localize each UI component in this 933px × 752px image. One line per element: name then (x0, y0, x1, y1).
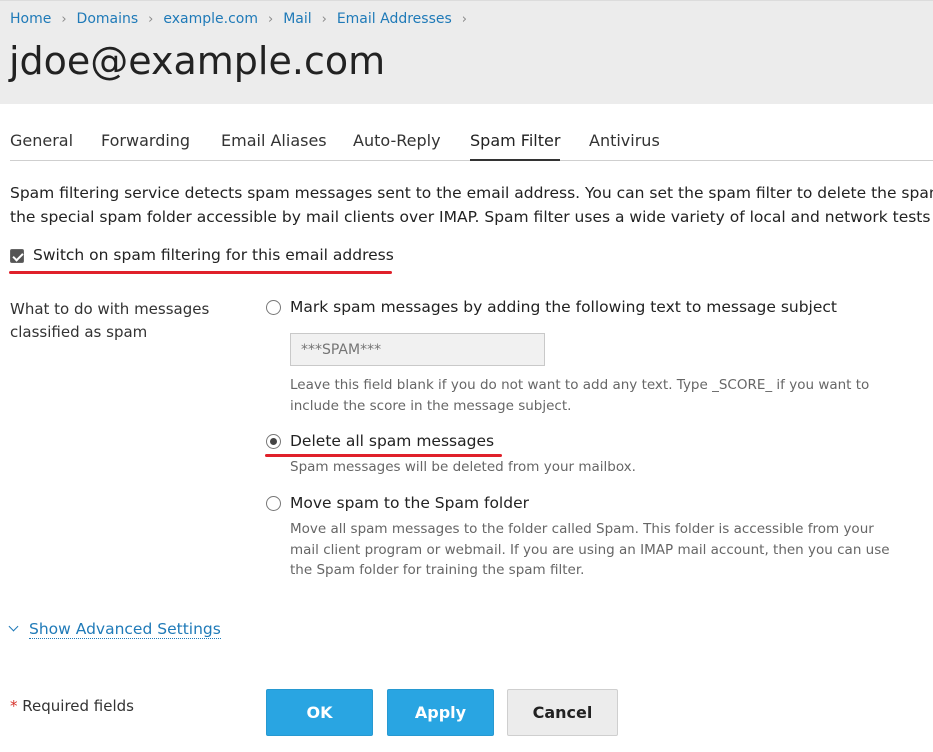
chevron-right-icon: › (461, 12, 467, 27)
delete-spam-hint: Spam messages will be deleted from your … (290, 459, 636, 475)
mark-spam-hint: Leave this field blank if you do not wan… (290, 375, 869, 416)
breadcrumb: Home › Domains › example.com › Mail › Email Addr… (10, 11, 477, 27)
tab-email-aliases[interactable]: Email Aliases (221, 131, 327, 161)
spam-action-label-line-1: What to do with messages (10, 300, 210, 318)
show-advanced-settings-link[interactable]: Show Advanced Settings (29, 620, 221, 639)
required-fields-text: Required fields (22, 697, 134, 715)
tab-auto-reply[interactable]: Auto-Reply (353, 131, 441, 161)
breadcrumb-home[interactable]: Home (10, 11, 51, 27)
intro-text: Spam filtering service detects spam mess… (10, 181, 933, 229)
spam-action-label: What to do with messages classified as s… (10, 298, 209, 344)
radio-move-spam[interactable] (266, 496, 281, 511)
chevron-right-icon: › (61, 12, 67, 27)
tab-bar: General Forwarding Email Aliases Auto-Re… (10, 131, 933, 161)
spam-action-label-line-2: classified as spam (10, 323, 148, 341)
radio-delete-spam[interactable] (266, 434, 281, 449)
tab-forwarding[interactable]: Forwarding (101, 131, 190, 161)
move-spam-hint-line-1: Move all spam messages to the folder cal… (290, 521, 874, 537)
spam-filter-checkbox[interactable] (10, 249, 24, 263)
move-spam-hint-line-2: mail client program or webmail. If you a… (290, 541, 890, 558)
page-header: Home › Domains › example.com › Mail › Email Addr… (0, 0, 933, 104)
required-star: * (10, 697, 18, 715)
cancel-button[interactable]: Cancel (507, 689, 618, 736)
highlight-underline (9, 271, 392, 274)
page-title: jdoe@example.com (9, 39, 386, 83)
tab-spam-filter[interactable]: Spam Filter (470, 131, 561, 161)
mark-spam-hint-line-1: Leave this field blank if you do not wan… (290, 377, 870, 393)
required-fields-note: * Required fields (10, 697, 134, 715)
radio-delete-spam-label[interactable]: Delete all spam messages (290, 432, 494, 450)
radio-mark-spam[interactable] (266, 300, 281, 315)
chevron-right-icon: › (321, 12, 327, 27)
radio-move-spam-label[interactable]: Move spam to the Spam folder (290, 494, 529, 512)
tab-antivirus[interactable]: Antivirus (589, 131, 660, 161)
spam-filter-switch-label[interactable]: Switch on spam filtering for this email … (33, 246, 394, 264)
chevron-right-icon: › (148, 12, 154, 27)
breadcrumb-domain[interactable]: example.com (163, 11, 258, 27)
move-spam-hint: Move all spam messages to the folder cal… (290, 519, 890, 581)
ok-button[interactable]: OK (266, 689, 373, 736)
chevron-right-icon: › (267, 12, 274, 27)
tab-general[interactable]: General (10, 131, 73, 161)
breadcrumb-mail[interactable]: Mail (283, 11, 311, 27)
chevron-down-icon[interactable] (8, 621, 19, 632)
intro-line-1: Spam filtering service detects spam mess… (10, 184, 933, 202)
mark-spam-hint-line-2: include the score in the message subject… (290, 397, 572, 414)
intro-line-2: the special spam folder accessible by ma… (10, 208, 933, 226)
apply-button[interactable]: Apply (387, 689, 494, 736)
spam-subject-text-input[interactable] (290, 333, 545, 366)
breadcrumb-email-addresses[interactable]: Email Addresses (337, 11, 452, 27)
radio-mark-spam-label[interactable]: Mark spam messages by adding the followi… (290, 298, 837, 316)
move-spam-hint-line-3: the Spam folder for training the spam fi… (290, 562, 585, 578)
breadcrumb-domains[interactable]: Domains (77, 11, 139, 27)
